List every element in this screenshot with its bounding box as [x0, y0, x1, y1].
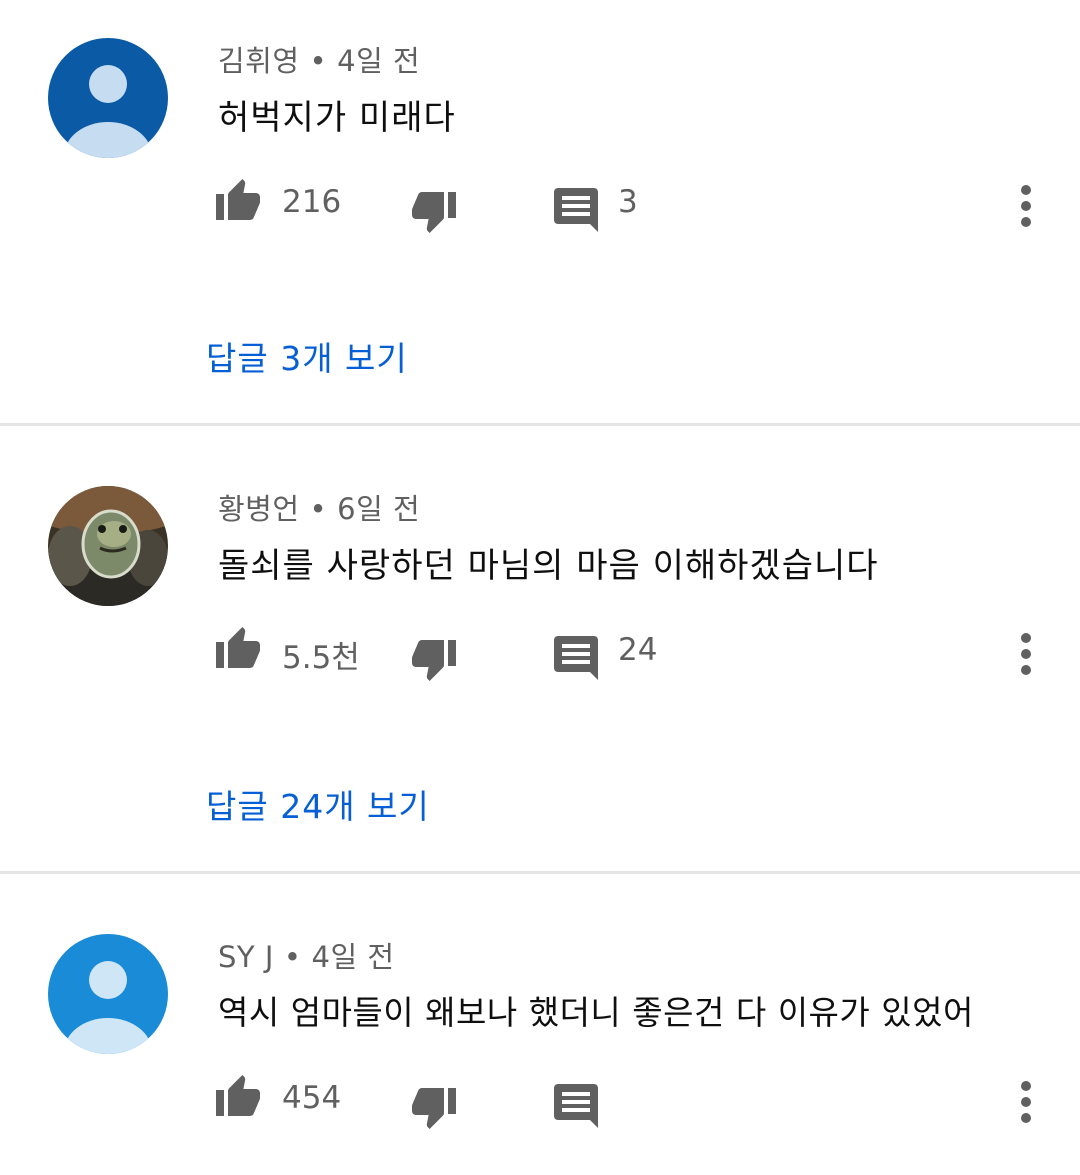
comment-item: 황병언 • 6일 전 돌쇠를 사랑하던 마님의 마음 이해하겠습니다 5.5천 24… — [0, 448, 1080, 873]
more-vert-icon[interactable] — [1011, 632, 1041, 676]
more-vert-icon[interactable] — [1011, 1080, 1041, 1124]
comment-icon[interactable] — [554, 1084, 598, 1128]
more-vert-icon[interactable] — [1011, 184, 1041, 228]
comment-time[interactable]: 4일 전 — [337, 44, 420, 78]
meta-separator: • — [283, 940, 302, 974]
meta-separator: • — [309, 44, 328, 78]
comment-item: 김휘영 • 4일 전 허벅지가 미래다 216 3 답글 3개 보기 — [0, 0, 1080, 425]
view-replies-button[interactable]: 답글 3개 보기 — [206, 332, 408, 380]
thumbs-down-icon[interactable] — [408, 192, 456, 236]
like-count: 454 — [282, 1080, 342, 1116]
author-name[interactable]: SY J — [218, 940, 274, 974]
thumbs-up-icon[interactable] — [216, 626, 264, 670]
thumbs-down-icon[interactable] — [408, 1088, 456, 1132]
comment-time[interactable]: 6일 전 — [337, 492, 420, 526]
comment-item: SY J • 4일 전 역시 엄마들이 왜보나 했더니 좋은건 다 이유가 있었어 … — [0, 896, 1080, 1175]
comment-icon[interactable] — [554, 636, 598, 680]
comment-icon[interactable] — [554, 188, 598, 232]
default-avatar-icon — [48, 934, 168, 1054]
comment-meta: 김휘영 • 4일 전 — [218, 38, 420, 80]
author-name[interactable]: 김휘영 — [218, 44, 300, 78]
reply-count: 24 — [618, 632, 658, 668]
comment-meta: 황병언 • 6일 전 — [218, 486, 420, 528]
default-avatar-icon — [48, 38, 168, 158]
comment-time[interactable]: 4일 전 — [312, 940, 395, 974]
thumbs-up-icon[interactable] — [216, 1074, 264, 1118]
view-replies-button[interactable]: 답글 24개 보기 — [206, 780, 430, 828]
divider — [0, 871, 1080, 874]
thumbs-down-icon[interactable] — [408, 640, 456, 684]
like-count: 5.5천 — [282, 640, 360, 676]
author-name[interactable]: 황병언 — [218, 492, 300, 526]
divider — [0, 423, 1080, 426]
comment-meta: SY J • 4일 전 — [218, 934, 395, 976]
reply-count: 3 — [618, 184, 638, 220]
comment-text: 역시 엄마들이 왜보나 했더니 좋은건 다 이유가 있었어 — [218, 993, 974, 1032]
thumbs-up-icon[interactable] — [216, 178, 264, 222]
like-count: 216 — [282, 184, 342, 220]
turtle-photo-icon — [48, 486, 168, 606]
avatar[interactable] — [48, 38, 168, 158]
avatar[interactable] — [48, 486, 168, 606]
avatar[interactable] — [48, 934, 168, 1054]
comment-text: 허벅지가 미래다 — [218, 98, 456, 138]
comment-text: 돌쇠를 사랑하던 마님의 마음 이해하겠습니다 — [218, 546, 879, 586]
meta-separator: • — [309, 492, 328, 526]
